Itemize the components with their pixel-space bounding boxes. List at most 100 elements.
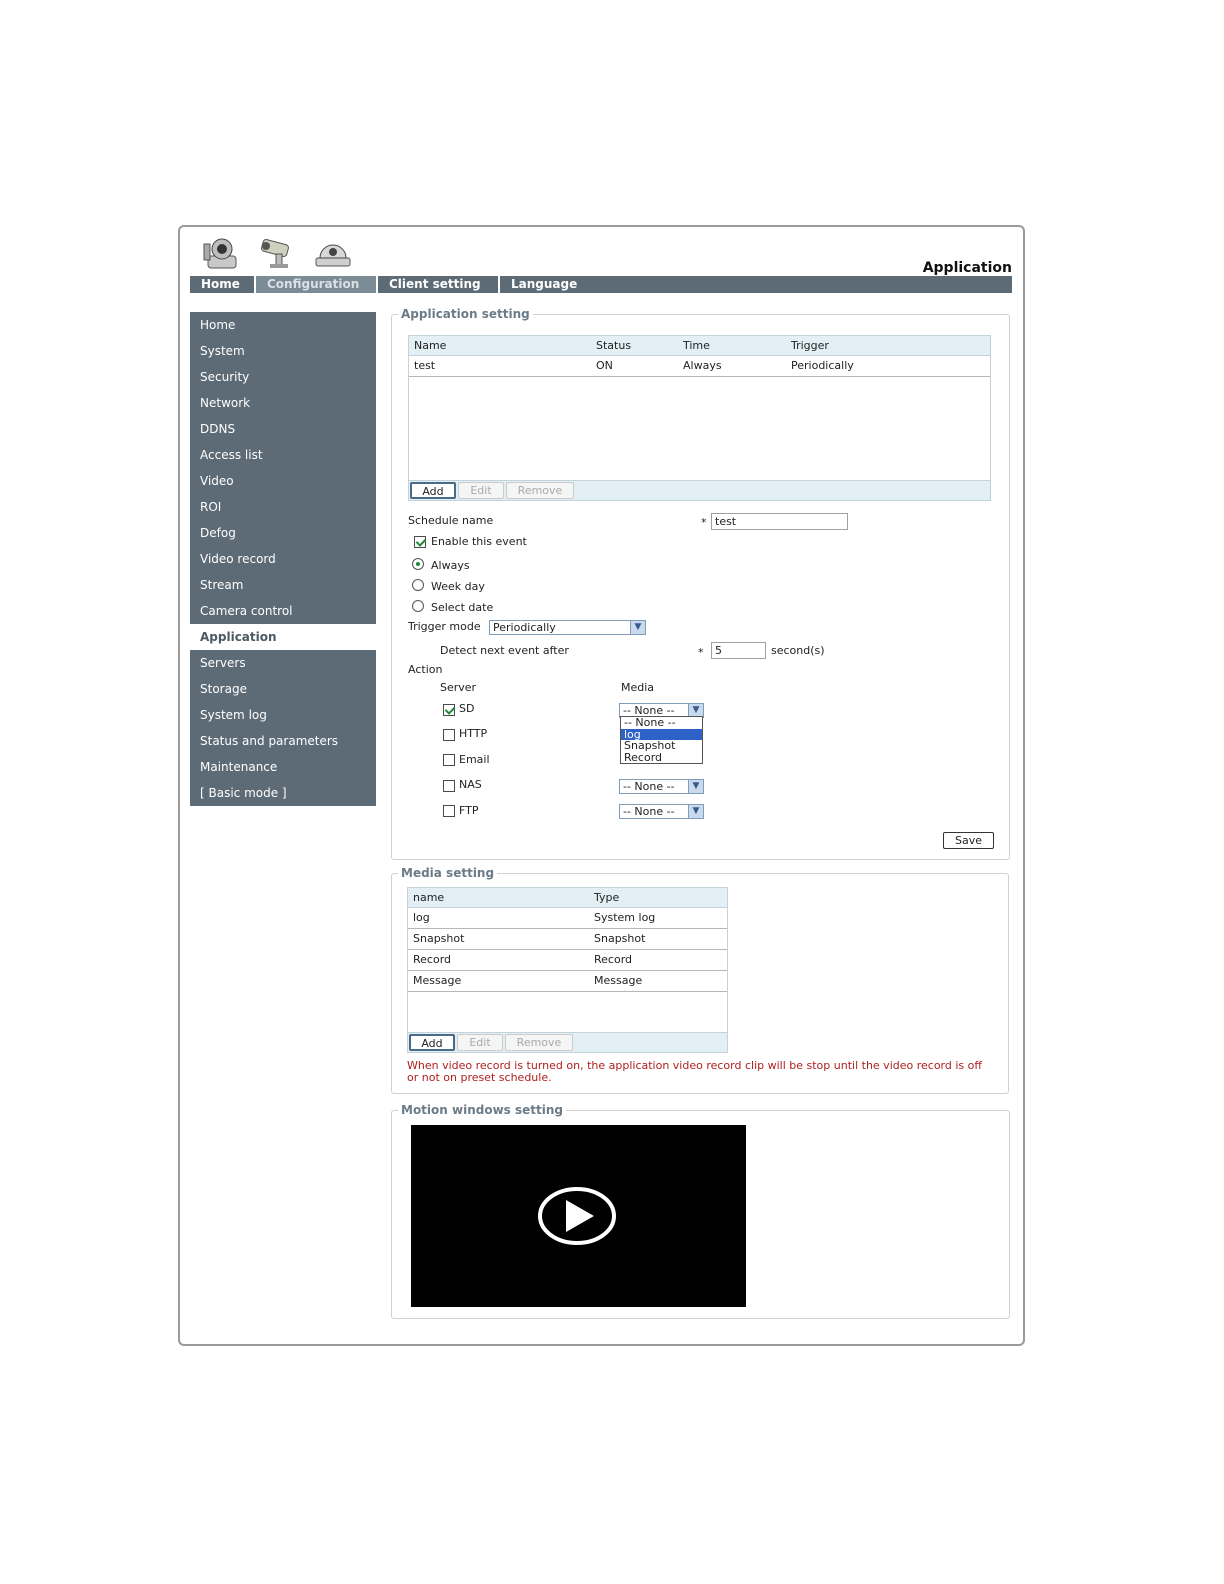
sd-checkbox[interactable] — [443, 704, 455, 716]
sidebar-item-application[interactable]: Application — [190, 624, 376, 650]
chevron-down-icon: ▼ — [630, 621, 645, 634]
table-row[interactable]: log System log — [408, 908, 727, 929]
table-cell: log — [413, 911, 430, 924]
enable-event-label: Enable this event — [431, 535, 527, 548]
sidebar-item-roi[interactable]: ROI — [190, 494, 376, 520]
sidebar-item-system[interactable]: System — [190, 338, 376, 364]
http-checkbox[interactable] — [443, 729, 455, 741]
table-row[interactable]: Snapshot Snapshot — [408, 929, 727, 950]
sidebar-item-status-parameters[interactable]: Status and parameters — [190, 728, 376, 754]
ftp-checkbox[interactable] — [443, 805, 455, 817]
dropdown-option-none[interactable]: -- None -- — [621, 717, 702, 729]
application-table: Name Status Time Trigger test ON Always … — [408, 335, 991, 501]
schedule-name-input[interactable] — [711, 513, 848, 530]
table-row[interactable]: Message Message — [408, 971, 727, 992]
trigger-mode-select[interactable]: Periodically ▼ — [489, 620, 646, 635]
sidebar-item-network[interactable]: Network — [190, 390, 376, 416]
select-date-radio[interactable] — [412, 600, 424, 612]
http-label: HTTP — [459, 727, 488, 740]
trigger-mode-label: Trigger mode — [408, 620, 481, 633]
column-header: Time — [683, 339, 710, 352]
column-header: Type — [594, 891, 620, 904]
column-header: Trigger — [791, 339, 829, 352]
page-title: Application — [922, 260, 1012, 276]
sidebar-item-security[interactable]: Security — [190, 364, 376, 390]
action-label: Action — [408, 663, 443, 676]
sidebar-item-defog[interactable]: Defog — [190, 520, 376, 546]
sidebar-item-video[interactable]: Video — [190, 468, 376, 494]
edit-button[interactable]: Edit — [458, 482, 504, 499]
detect-unit-label: second(s) — [771, 644, 825, 657]
ftp-label: FTP — [459, 804, 479, 817]
table-cell: Message — [413, 974, 462, 987]
sidebar-item-maintenance[interactable]: Maintenance — [190, 754, 376, 780]
sidebar-item-access-list[interactable]: Access list — [190, 442, 376, 468]
sidebar-item-stream[interactable]: Stream — [190, 572, 376, 598]
nas-media-value: -- None -- — [623, 780, 675, 793]
video-player[interactable] — [411, 1125, 746, 1307]
detect-next-event-label: Detect next event after — [440, 644, 569, 657]
media-table: name Type log System log Snapshot Snapsh… — [407, 887, 728, 1053]
schedule-name-label: Schedule name — [408, 514, 494, 527]
save-button[interactable]: Save — [943, 832, 994, 849]
week-day-radio[interactable] — [412, 579, 424, 591]
chevron-down-icon: ▼ — [688, 805, 703, 818]
table-toolbar: Add Edit Remove — [409, 480, 990, 500]
table-cell: System log — [594, 911, 656, 924]
required-mark: * — [698, 646, 704, 659]
nas-checkbox[interactable] — [443, 780, 455, 792]
tab-configuration[interactable]: Configuration — [256, 276, 378, 293]
sidebar-item-video-record[interactable]: Video record — [190, 546, 376, 572]
sidebar-item-ddns[interactable]: DDNS — [190, 416, 376, 442]
sidebar: Home System Security Network DDNS Access… — [190, 312, 376, 806]
motion-windows-legend: Motion windows setting — [401, 1103, 563, 1117]
table-cell: Snapshot — [413, 932, 465, 945]
media-setting-legend: Media setting — [401, 866, 495, 880]
sidebar-item-storage[interactable]: Storage — [190, 676, 376, 702]
sidebar-item-camera-control[interactable]: Camera control — [190, 598, 376, 624]
dropdown-option-record[interactable]: Record — [621, 751, 702, 764]
add-button[interactable]: Add — [410, 482, 456, 499]
table-cell: Record — [413, 953, 452, 966]
trigger-mode-value: Periodically — [493, 621, 556, 634]
tab-client-setting[interactable]: Client setting — [378, 276, 500, 293]
column-header: name — [413, 891, 445, 904]
tab-home[interactable]: Home — [190, 276, 256, 293]
table-toolbar: Add Edit Remove — [408, 1032, 727, 1052]
play-icon[interactable] — [538, 1186, 616, 1246]
nas-media-select[interactable]: -- None -- ▼ — [619, 779, 704, 794]
table-row[interactable]: Record Record — [408, 950, 727, 971]
column-header: Status — [596, 339, 632, 352]
table-cell: test — [414, 359, 436, 372]
table-cell: Message — [594, 974, 643, 987]
ftp-media-select[interactable]: -- None -- ▼ — [619, 804, 704, 819]
remove-button[interactable]: Remove — [506, 482, 574, 499]
always-radio[interactable] — [412, 558, 424, 570]
server-header: Server — [440, 681, 477, 694]
dome-camera-icon — [315, 244, 351, 267]
detect-interval-input[interactable] — [711, 642, 766, 659]
always-label: Always — [431, 559, 470, 572]
sd-label: SD — [459, 702, 475, 715]
email-checkbox[interactable] — [443, 754, 455, 766]
sidebar-item-servers[interactable]: Servers — [190, 650, 376, 676]
sidebar-item-basic-mode[interactable]: [ Basic mode ] — [190, 780, 376, 806]
remove-button[interactable]: Remove — [505, 1034, 573, 1051]
edit-button[interactable]: Edit — [457, 1034, 503, 1051]
tab-language[interactable]: Language — [500, 276, 588, 293]
application-setting-legend: Application setting — [401, 307, 530, 321]
table-cell: Always — [683, 359, 722, 372]
sidebar-item-system-log[interactable]: System log — [190, 702, 376, 728]
week-day-label: Week day — [431, 580, 485, 593]
dropdown-option-snapshot[interactable]: Snapshot — [621, 740, 702, 752]
enable-event-checkbox[interactable] — [414, 536, 426, 548]
add-button[interactable]: Add — [409, 1034, 455, 1051]
table-header: Name Status Time Trigger — [409, 336, 990, 356]
ftp-media-value: -- None -- — [623, 805, 675, 818]
nas-label: NAS — [459, 778, 482, 791]
media-dropdown-list: -- None -- log Snapshot Record — [620, 716, 703, 764]
table-row[interactable]: test ON Always Periodically — [409, 356, 990, 377]
table-header: name Type — [408, 888, 727, 908]
sidebar-item-home[interactable]: Home — [190, 312, 376, 338]
media-header: Media — [621, 681, 655, 694]
